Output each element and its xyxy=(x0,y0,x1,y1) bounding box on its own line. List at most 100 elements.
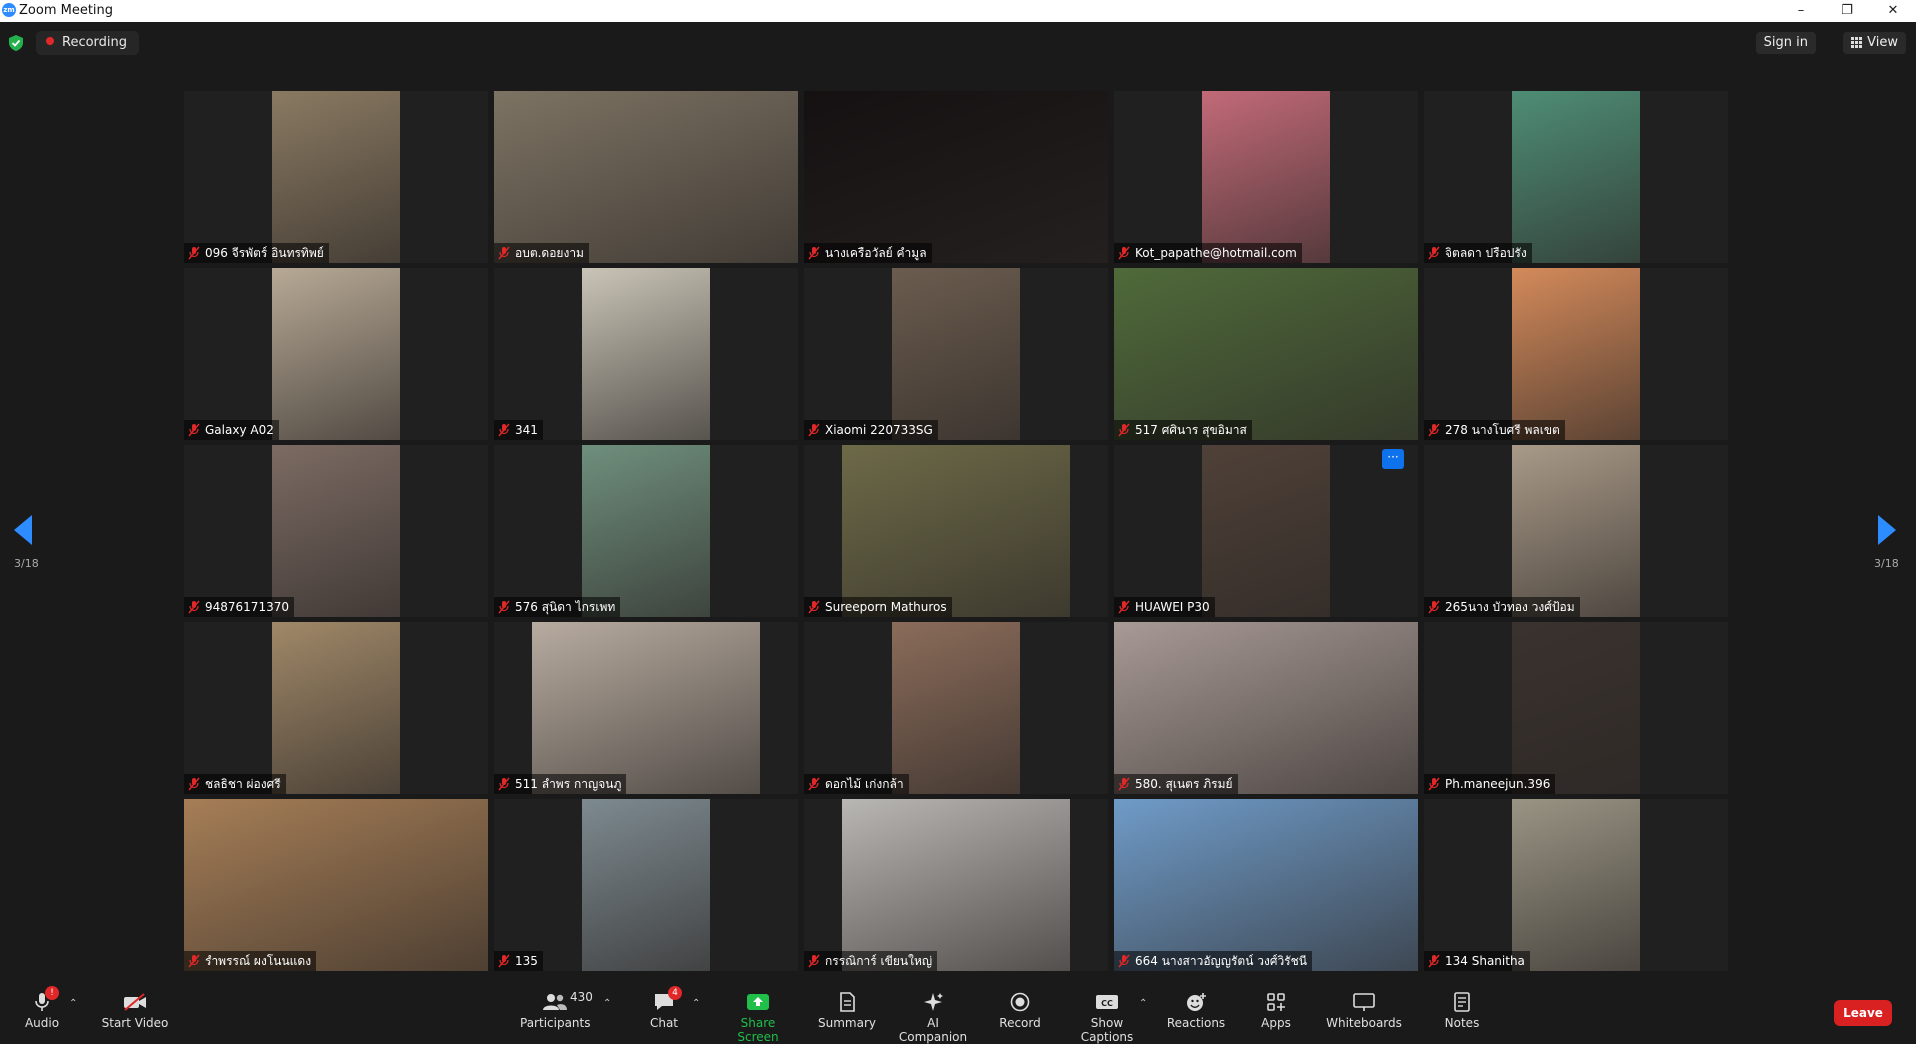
participant-tile[interactable]: 278 นางโบศรี พลเขต xyxy=(1424,268,1728,440)
view-label: View xyxy=(1867,35,1898,50)
captions-options-caret-icon[interactable]: ⌃ xyxy=(1139,998,1147,1009)
mic-muted-icon xyxy=(188,777,200,791)
reactions-label: Reactions xyxy=(1166,1016,1226,1030)
maximize-button[interactable]: ❐ xyxy=(1824,0,1870,22)
show-captions-button[interactable]: CC Show Captions xyxy=(1066,992,1148,1044)
participant-video xyxy=(272,622,400,794)
participant-video xyxy=(804,91,1108,263)
participant-tile[interactable]: 134 Shanitha xyxy=(1424,799,1728,971)
ai-companion-button[interactable]: AI Companion xyxy=(892,992,974,1044)
summary-document-icon xyxy=(840,992,855,1012)
participant-name: 94876171370 xyxy=(205,600,289,614)
mic-muted-icon xyxy=(498,246,510,260)
chat-unread-badge: 4 xyxy=(668,986,682,1000)
participants-options-caret-icon[interactable]: ⌃ xyxy=(603,998,611,1009)
participant-tile[interactable]: Xiaomi 220733SG xyxy=(804,268,1108,440)
participant-tile[interactable]: กรรณิการ์ เขียนใหญ่ xyxy=(804,799,1108,971)
participant-tile[interactable]: Sureeporn Mathuros xyxy=(804,445,1108,617)
participant-name-label: 341 xyxy=(494,420,543,440)
meeting-top-bar: Recording Sign in View xyxy=(0,22,1916,64)
participant-tile[interactable]: 576 สุนิดา ไกรเพท xyxy=(494,445,798,617)
participant-tile[interactable]: 135 xyxy=(494,799,798,971)
participant-video xyxy=(842,445,1070,617)
participants-icon xyxy=(543,994,567,1010)
participant-name-label: Kot_papathe@hotmail.com xyxy=(1114,243,1302,263)
ai-companion-label: AI Companion xyxy=(898,1016,968,1044)
notes-icon xyxy=(1454,992,1470,1012)
participant-name-label: 511 ลำพร กาญจนภู xyxy=(494,774,627,794)
previous-page-icon[interactable] xyxy=(14,515,32,545)
sign-in-button[interactable]: Sign in xyxy=(1755,32,1816,54)
minimize-button[interactable]: – xyxy=(1778,0,1824,22)
participant-tile[interactable]: 517 ศศินาร สุขอิมาส xyxy=(1114,268,1418,440)
mic-muted-icon xyxy=(808,246,820,260)
chat-options-caret-icon[interactable]: ⌃ xyxy=(692,998,700,1009)
participant-tile[interactable]: HUAWEI P30 ··· xyxy=(1114,445,1418,617)
leave-button[interactable]: Leave xyxy=(1834,1000,1892,1026)
zoom-app-icon: zm xyxy=(2,3,16,17)
view-button[interactable]: View xyxy=(1843,32,1906,54)
participant-name: 278 นางโบศรี พลเขต xyxy=(1445,423,1560,437)
participant-tile[interactable]: 511 ลำพร กาญจนภู xyxy=(494,622,798,794)
share-screen-button[interactable]: Share Screen xyxy=(720,992,796,1044)
mic-muted-icon xyxy=(188,954,200,968)
participant-tile[interactable]: Galaxy A02 xyxy=(184,268,488,440)
participant-name-label: นางเครือวัลย์ คำมูล xyxy=(804,243,932,263)
mic-muted-icon xyxy=(808,954,820,968)
apps-button[interactable]: Apps xyxy=(1258,992,1294,1030)
participant-tile[interactable]: จิตลดา ปรือปรัง xyxy=(1424,91,1728,263)
participant-name-label: Ph.maneejun.396 xyxy=(1424,774,1556,794)
more-options-button[interactable]: ··· xyxy=(1382,449,1404,469)
participant-name-label: ชลธิชา ผ่องศรี xyxy=(184,774,286,794)
summary-button[interactable]: Summary xyxy=(818,992,876,1030)
participant-tile[interactable]: นางเครือวัลย์ คำมูล xyxy=(804,91,1108,263)
participant-video xyxy=(842,799,1070,971)
audio-options-caret-icon[interactable]: ⌃ xyxy=(69,998,77,1009)
record-label: Record xyxy=(999,1016,1041,1030)
audio-button[interactable]: ! Audio xyxy=(24,986,60,1030)
participant-tile[interactable]: ชลธิชา ผ่องศรี xyxy=(184,622,488,794)
start-video-button[interactable]: Start Video xyxy=(100,992,170,1030)
participant-tile[interactable]: 580. สุเนตร ภิรมย์ xyxy=(1114,622,1418,794)
participant-video xyxy=(1114,268,1418,440)
mic-muted-icon xyxy=(1428,423,1440,437)
participant-tile[interactable]: Ph.maneejun.396 xyxy=(1424,622,1728,794)
page-indicator-left: 3/18 xyxy=(14,557,39,570)
page-indicator-right: 3/18 xyxy=(1874,557,1899,570)
mic-muted-icon xyxy=(808,423,820,437)
record-icon xyxy=(1010,992,1030,1012)
participant-video xyxy=(582,799,710,971)
mic-muted-icon xyxy=(1118,777,1130,791)
participant-tile[interactable]: 341 xyxy=(494,268,798,440)
notes-button[interactable]: Notes xyxy=(1444,992,1480,1030)
reactions-button[interactable]: Reactions xyxy=(1166,992,1226,1030)
participant-tile[interactable]: อบต.ดอยงาม xyxy=(494,91,798,263)
participant-name-label: รำพรรณ์ ผงโนนแดง xyxy=(184,951,317,971)
share-screen-icon xyxy=(747,994,769,1010)
participant-name: Kot_papathe@hotmail.com xyxy=(1135,246,1297,260)
participant-tile[interactable]: 664 นางสาวอัญญรัตน์ วงศ์วิรัชนี xyxy=(1114,799,1418,971)
mic-muted-icon xyxy=(1428,954,1440,968)
participant-video xyxy=(1114,622,1418,794)
participant-video xyxy=(272,268,400,440)
next-page-icon[interactable] xyxy=(1878,515,1896,545)
video-gallery: 096 จีรพัตร์ อินทรทิพย์ อบต.ดอยงาม นางเครื… xyxy=(184,91,1730,973)
participant-tile[interactable]: ดอกไม้ เก่งกล้า xyxy=(804,622,1108,794)
participant-video xyxy=(582,445,710,617)
close-button[interactable]: ✕ xyxy=(1870,0,1916,22)
record-button[interactable]: Record xyxy=(996,992,1044,1030)
shield-check-icon[interactable] xyxy=(9,35,23,51)
whiteboards-button[interactable]: Whiteboards xyxy=(1326,992,1402,1030)
participant-name-label: 94876171370 xyxy=(184,597,294,617)
participant-tile[interactable]: 94876171370 xyxy=(184,445,488,617)
participant-name: อบต.ดอยงาม xyxy=(515,246,584,260)
participant-name-label: จิตลดา ปรือปรัง xyxy=(1424,243,1532,263)
mic-muted-icon xyxy=(1118,423,1130,437)
participant-tile[interactable]: 096 จีรพัตร์ อินทรทิพย์ xyxy=(184,91,488,263)
participant-tile[interactable]: Kot_papathe@hotmail.com xyxy=(1114,91,1418,263)
participant-tile[interactable]: 265นาง บัวทอง วงศ์ป้อม xyxy=(1424,445,1728,617)
chat-button[interactable]: 4 Chat xyxy=(648,986,682,1030)
participant-tile[interactable]: รำพรรณ์ ผงโนนแดง xyxy=(184,799,488,971)
recording-indicator[interactable]: Recording xyxy=(36,31,140,55)
participants-button[interactable]: 430 Participants xyxy=(520,990,593,1030)
